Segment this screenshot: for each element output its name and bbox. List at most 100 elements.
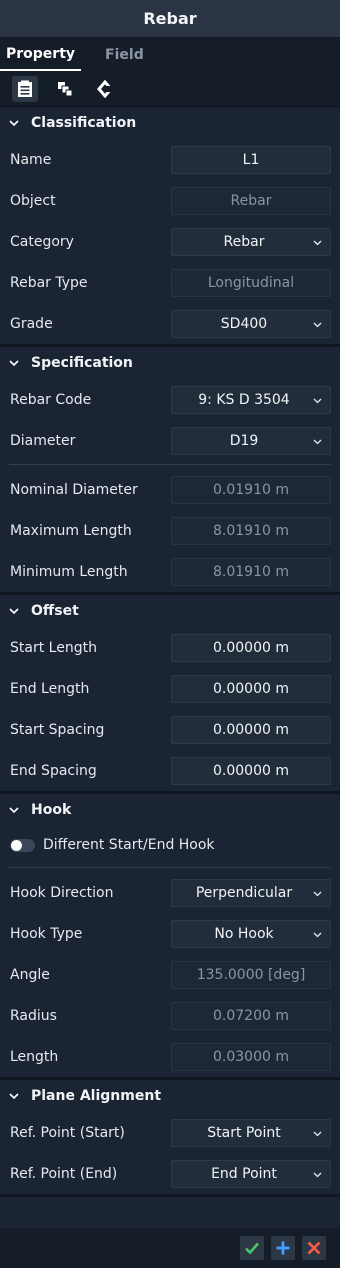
section-title: Classification	[31, 115, 137, 131]
end-spacing-input[interactable]: 0.00000 m	[171, 756, 331, 785]
start-spacing-label: Start Spacing	[10, 721, 105, 738]
rebar-code-select[interactable]: 9: KS D 3504	[171, 385, 331, 414]
chevron-down-icon	[9, 607, 19, 615]
confirm-button[interactable]	[240, 1236, 264, 1260]
specification-header[interactable]: Specification	[0, 347, 340, 379]
different-hook-toggle[interactable]	[10, 838, 35, 852]
classification-section: Classification Name L1 Object Rebar Cate…	[0, 107, 340, 347]
hook-length-label: Length	[10, 1048, 59, 1065]
nominal-diameter-row: Nominal Diameter 0.01910 m	[0, 469, 340, 510]
ref-point-start-label: Ref. Point (Start)	[10, 1124, 125, 1141]
chevron-down-icon	[313, 396, 322, 405]
hook-direction-select[interactable]: Perpendicular	[171, 878, 331, 907]
hook-type-label: Hook Type	[10, 925, 83, 942]
grade-row: Grade SD400	[0, 303, 340, 344]
radius-field: 0.07200 m	[171, 1001, 331, 1030]
rebar-type-field: Longitudinal	[171, 268, 331, 297]
refresh-icon	[97, 79, 114, 98]
property-sheet-button[interactable]	[12, 75, 38, 102]
maximum-length-label: Maximum Length	[10, 522, 132, 539]
section-title: Specification	[31, 355, 133, 371]
hook-length-row: Length 0.03000 m	[0, 1036, 340, 1077]
name-row: Name L1	[0, 139, 340, 180]
name-input[interactable]: L1	[171, 145, 331, 174]
hook-header[interactable]: Hook	[0, 794, 340, 826]
angle-label: Angle	[10, 966, 50, 983]
ref-point-start-select[interactable]: Start Point	[171, 1118, 331, 1147]
ref-point-end-row: Ref. Point (End) End Point	[0, 1153, 340, 1194]
maximum-length-row: Maximum Length 8.01910 m	[0, 510, 340, 551]
ref-point-start-value: Start Point	[207, 1124, 281, 1141]
grade-select[interactable]: SD400	[171, 309, 331, 338]
category-label: Category	[10, 233, 74, 250]
maximum-length-field: 8.01910 m	[171, 516, 331, 545]
toggle-knob	[11, 839, 22, 851]
tab-bar: Property Field	[0, 38, 340, 71]
start-spacing-input[interactable]: 0.00000 m	[171, 715, 331, 744]
chevron-down-icon	[313, 1170, 322, 1179]
divider	[9, 464, 331, 465]
divider	[9, 867, 331, 868]
close-button[interactable]	[302, 1236, 326, 1260]
chevron-down-icon	[9, 359, 19, 367]
tab-property[interactable]: Property	[0, 38, 82, 71]
classification-header[interactable]: Classification	[0, 107, 340, 139]
diameter-select[interactable]: D19	[171, 426, 331, 455]
different-hook-label: Different Start/End Hook	[43, 837, 215, 853]
specification-section: Specification Rebar Code 9: KS D 3504 Di…	[0, 347, 340, 595]
add-icon	[276, 1241, 290, 1255]
ref-point-end-select[interactable]: End Point	[171, 1159, 331, 1188]
start-length-input[interactable]: 0.00000 m	[171, 633, 331, 662]
start-spacing-row: Start Spacing 0.00000 m	[0, 709, 340, 750]
copy-layers-icon	[58, 81, 73, 96]
different-hook-toggle-row: Different Start/End Hook	[0, 826, 340, 864]
start-length-row: Start Length 0.00000 m	[0, 627, 340, 668]
nominal-diameter-label: Nominal Diameter	[10, 481, 138, 498]
chevron-down-icon	[9, 806, 19, 814]
hook-length-field: 0.03000 m	[171, 1042, 331, 1071]
object-field: Rebar	[171, 186, 331, 215]
category-row: Category Rebar	[0, 221, 340, 262]
chevron-down-icon	[9, 1092, 19, 1100]
grade-label: Grade	[10, 315, 53, 332]
minimum-length-row: Minimum Length 8.01910 m	[0, 551, 340, 592]
category-value: Rebar	[223, 233, 265, 250]
rebar-code-label: Rebar Code	[10, 391, 92, 408]
section-title: Hook	[31, 802, 72, 818]
offset-section: Offset Start Length 0.00000 m End Length…	[0, 595, 340, 794]
section-title: Plane Alignment	[31, 1088, 162, 1104]
name-label: Name	[10, 151, 52, 168]
property-sheet-icon	[18, 80, 32, 97]
confirm-icon	[245, 1242, 259, 1255]
offset-header[interactable]: Offset	[0, 595, 340, 627]
minimum-length-field: 8.01910 m	[171, 557, 331, 586]
end-length-input[interactable]: 0.00000 m	[171, 674, 331, 703]
chevron-down-icon	[313, 320, 322, 329]
category-select[interactable]: Rebar	[171, 227, 331, 256]
angle-field: 135.0000 [deg]	[171, 960, 331, 989]
object-label: Object	[10, 192, 56, 209]
rebar-code-value: 9: KS D 3504	[198, 391, 290, 408]
chevron-down-icon	[313, 930, 322, 939]
ref-point-end-value: End Point	[211, 1165, 277, 1182]
window-title: Rebar	[0, 0, 340, 38]
add-button[interactable]	[271, 1236, 295, 1260]
end-spacing-label: End Spacing	[10, 762, 97, 779]
minimum-length-label: Minimum Length	[10, 563, 128, 580]
chevron-down-icon	[313, 1129, 322, 1138]
tab-field[interactable]: Field	[99, 38, 150, 71]
hook-type-row: Hook Type No Hook	[0, 913, 340, 954]
radius-label: Radius	[10, 1007, 57, 1024]
hook-direction-row: Hook Direction Perpendicular	[0, 872, 340, 913]
refresh-button[interactable]	[92, 76, 118, 102]
toolbar	[0, 71, 340, 107]
hook-section: Hook Different Start/End Hook Hook Direc…	[0, 794, 340, 1080]
ref-point-start-row: Ref. Point (Start) Start Point	[0, 1112, 340, 1153]
plane-alignment-header[interactable]: Plane Alignment	[0, 1080, 340, 1112]
end-spacing-row: End Spacing 0.00000 m	[0, 750, 340, 791]
section-title: Offset	[31, 603, 79, 619]
hook-type-select[interactable]: No Hook	[171, 919, 331, 948]
radius-row: Radius 0.07200 m	[0, 995, 340, 1036]
copy-layers-button[interactable]	[52, 76, 78, 102]
object-row: Object Rebar	[0, 180, 340, 221]
